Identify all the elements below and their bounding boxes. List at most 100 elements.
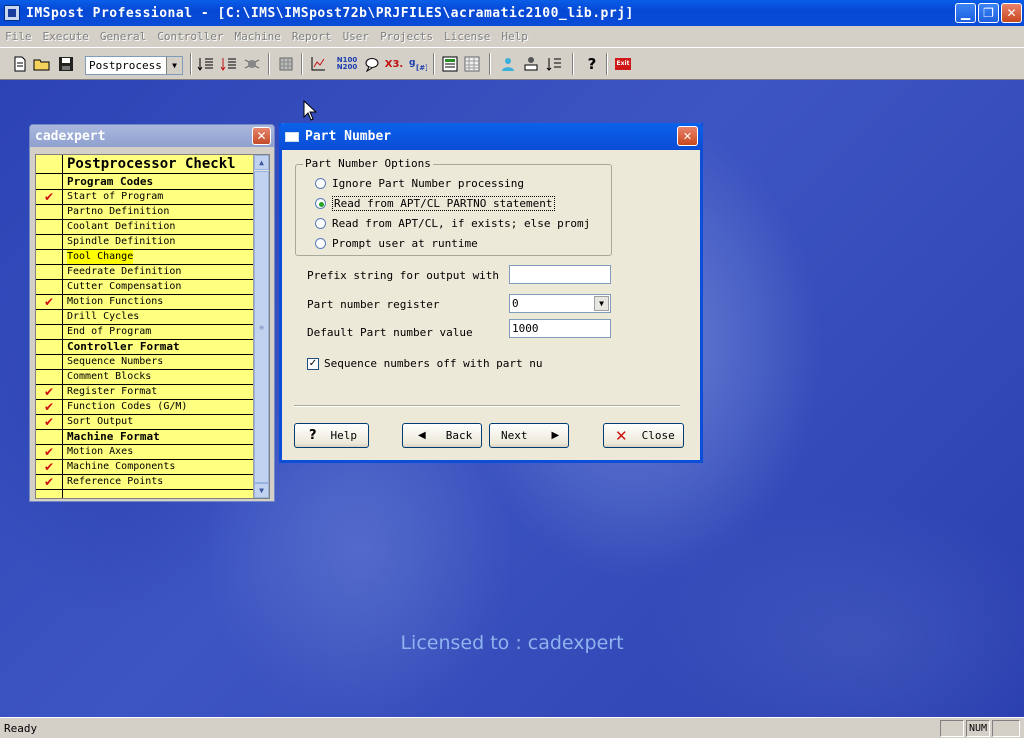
checklist-row[interactable]: Tool Change: [36, 250, 254, 265]
chevron-down-icon[interactable]: ▼: [166, 57, 182, 74]
sequence-numbers-checkbox[interactable]: ✓ Sequence numbers off with part nu: [307, 357, 543, 370]
checklist-row-label: Coolant Definition: [67, 221, 176, 232]
scroll-up-icon[interactable]: ▲: [254, 155, 269, 170]
checklist-row[interactable]: ✔ Motion Functions: [36, 295, 254, 310]
checklist-close-button[interactable]: ✕: [252, 127, 271, 145]
spreadsheet-icon[interactable]: [462, 54, 482, 74]
register-label: Part number register: [307, 298, 440, 311]
prefix-input[interactable]: [509, 265, 611, 284]
sort-tools-icon[interactable]: [544, 54, 564, 74]
sort-down-icon[interactable]: [196, 54, 216, 74]
checklist-section-row[interactable]: Machine Format: [36, 430, 254, 445]
sequence-numbers-icon[interactable]: N100 N200: [337, 54, 357, 74]
checklist-section-row[interactable]: Program Codes: [36, 175, 254, 190]
save-icon[interactable]: [56, 54, 76, 74]
checklist-row[interactable]: ✔ Machine Components: [36, 460, 254, 475]
menu-general[interactable]: General: [100, 30, 146, 43]
checkbox-box[interactable]: ✓: [307, 357, 319, 370]
grid-icon[interactable]: [276, 54, 296, 74]
menu-report[interactable]: Report: [292, 30, 332, 43]
prefix-label: Prefix string for output with: [307, 269, 500, 282]
checklist-row[interactable]: Feedrate Definition: [36, 265, 254, 280]
menu-user[interactable]: User: [343, 30, 370, 43]
checklist-row[interactable]: Sequence Numbers: [36, 355, 254, 370]
radio-ignore-part-number[interactable]: Ignore Part Number processing: [315, 176, 524, 190]
checklist-section-row[interactable]: Controller Format: [36, 340, 254, 355]
checklist-row-label: Partno Definition: [67, 206, 170, 217]
checklist-row-label: Motion Axes: [67, 446, 134, 457]
dialog-close-action-button[interactable]: ✕ Close: [603, 423, 684, 448]
printer-user-icon[interactable]: [521, 54, 541, 74]
checklist-list: Postprocessor Checkl Program Codes ✔ Start…: [35, 154, 270, 499]
check-mark-icon: ✔: [44, 415, 55, 429]
checklist-row[interactable]: Spindle Definition: [36, 235, 254, 250]
check-mark-icon: ✔: [44, 445, 55, 459]
checklist-row[interactable]: ✔ Motion Axes: [36, 445, 254, 460]
table-green-icon[interactable]: [440, 54, 460, 74]
close-button[interactable]: ✕: [1001, 3, 1022, 23]
radio-circle[interactable]: [315, 197, 326, 209]
default-value-input[interactable]: 1000: [509, 319, 611, 338]
scroll-thumb[interactable]: ≡: [254, 171, 269, 483]
checklist-row[interactable]: Cutter Compensation: [36, 280, 254, 295]
checklist-row[interactable]: ✔ Register Format: [36, 385, 254, 400]
checklist-row[interactable]: Drill Cycles: [36, 310, 254, 325]
new-file-icon[interactable]: [10, 54, 30, 74]
register-format-icon[interactable]: X3.: [384, 54, 404, 74]
help-question-icon[interactable]: ?: [582, 54, 602, 74]
debug-icon[interactable]: [242, 54, 262, 74]
open-folder-icon[interactable]: [32, 54, 52, 74]
toolbar-separator: [301, 53, 303, 75]
menu-execute[interactable]: Execute: [43, 30, 89, 43]
checklist-row-label: Machine Components: [67, 461, 176, 472]
check-mark-icon: ✔: [44, 475, 55, 489]
next-button[interactable]: Next ▶: [489, 423, 569, 448]
radio-circle[interactable]: [315, 177, 326, 189]
function-codes-icon[interactable]: g[#]: [408, 54, 428, 74]
checklist-row[interactable]: ✔ Reference Points: [36, 475, 254, 490]
chart-icon[interactable]: [308, 54, 328, 74]
group-label: Part Number Options: [303, 157, 433, 170]
checklist-scrollbar[interactable]: ▲ ≡ ▼: [253, 155, 269, 498]
checklist-row[interactable]: ✔ Start of Program: [36, 190, 254, 205]
checklist-row-label: Reference Points: [67, 476, 164, 487]
menu-license[interactable]: License: [444, 30, 490, 43]
mode-select[interactable]: Postprocess ▼: [85, 56, 183, 75]
checklist-row[interactable]: End of Program: [36, 325, 254, 340]
menu-projects[interactable]: Projects: [380, 30, 433, 43]
exit-icon[interactable]: Exit: [613, 54, 633, 74]
register-select[interactable]: 0 ▼: [509, 294, 611, 313]
radio-read-else-prompt[interactable]: Read from APT/CL, if exists; else promj: [315, 216, 590, 230]
checklist-row-label: Function Codes (G/M): [67, 401, 188, 412]
menu-help[interactable]: Help: [501, 30, 528, 43]
restore-button[interactable]: ❐: [978, 3, 999, 23]
radio-read-partno[interactable]: Read from APT/CL PARTNO statement: [315, 195, 555, 211]
radio-circle[interactable]: [315, 217, 326, 229]
checklist-row[interactable]: Coolant Definition: [36, 220, 254, 235]
minimize-button[interactable]: ▁: [955, 3, 976, 23]
checklist-row[interactable]: ✔ Sort Output: [36, 415, 254, 430]
menu-machine[interactable]: Machine: [234, 30, 280, 43]
app-icon[interactable]: [4, 5, 20, 21]
menu-file[interactable]: File: [5, 30, 32, 43]
chevron-down-icon[interactable]: ▼: [594, 296, 609, 311]
checklist-row[interactable]: Comment Blocks: [36, 370, 254, 385]
radio-prompt-runtime[interactable]: Prompt user at runtime: [315, 236, 478, 250]
comment-bubble-icon[interactable]: [362, 54, 382, 74]
check-mark-icon: ✔: [44, 190, 55, 204]
menu-controller[interactable]: Controller: [157, 30, 223, 43]
dialog-close-button[interactable]: ✕: [677, 126, 698, 146]
svg-text:g: g: [409, 58, 415, 68]
help-button[interactable]: ? Help: [294, 423, 369, 448]
radio-circle[interactable]: [315, 237, 326, 249]
default-value-label: Default Part number value: [307, 326, 473, 339]
checklist-row[interactable]: Partno Definition: [36, 205, 254, 220]
back-button[interactable]: ◀ Back: [402, 423, 482, 448]
user-icon[interactable]: [498, 54, 518, 74]
checklist-row-label: Program Codes: [67, 175, 154, 188]
scroll-down-icon[interactable]: ▼: [254, 483, 269, 498]
checklist-row[interactable]: ✔ Function Codes (G/M): [36, 400, 254, 415]
sort-list-icon[interactable]: [219, 54, 239, 74]
dialog-window-icon: [285, 131, 299, 142]
toolbar-separator: [572, 53, 574, 75]
